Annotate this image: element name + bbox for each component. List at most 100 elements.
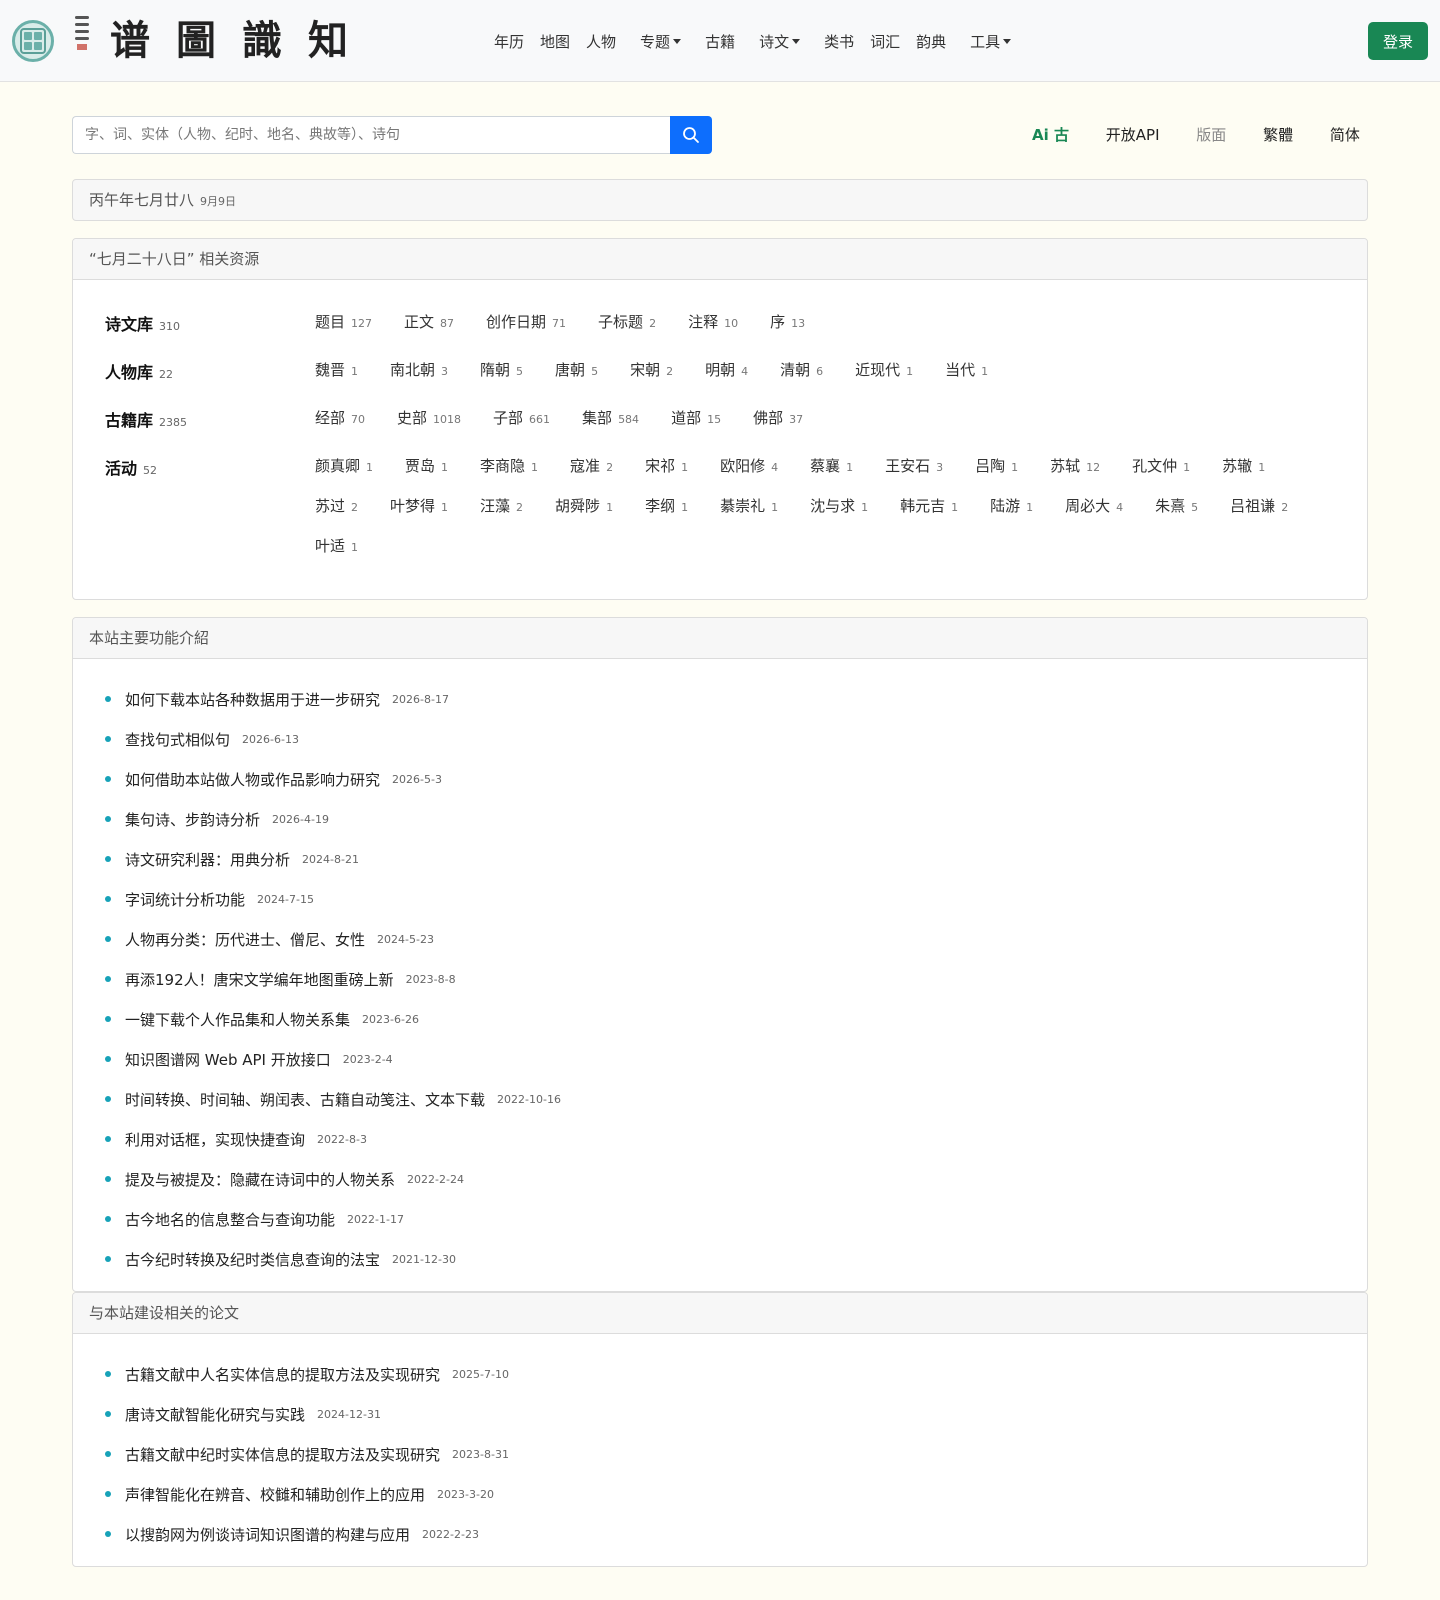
item-title: 如何下载本站各种数据用于进一步研究 xyxy=(125,690,381,709)
resource-link[interactable]: 孔文仲 1 xyxy=(1132,455,1190,476)
resource-link[interactable]: 子标题 2 xyxy=(598,311,656,332)
resource-link[interactable]: 序 13 xyxy=(770,311,805,332)
resource-link[interactable]: 吕陶 1 xyxy=(975,455,1018,476)
nav-item-calendar[interactable]: 年历 xyxy=(494,31,524,52)
nav-item-tools[interactable]: 工具 xyxy=(970,31,1012,52)
feature-list-item[interactable]: 再添192人！唐宋文学编年地图重磅上新 2023-8-8 xyxy=(105,959,1367,999)
layout-link[interactable]: 版面 xyxy=(1196,124,1226,145)
ai-gu-link[interactable]: Ai 古 xyxy=(1032,124,1069,145)
resource-link[interactable]: 正文 87 xyxy=(404,311,454,332)
resource-link[interactable]: 魏晋 1 xyxy=(315,359,358,380)
resource-link[interactable]: 贾岛 1 xyxy=(405,455,448,476)
resource-link[interactable]: 周必大 4 xyxy=(1065,495,1123,516)
resource-link[interactable]: 子部 661 xyxy=(493,407,550,428)
resource-link[interactable]: 苏轼 12 xyxy=(1050,455,1100,476)
resource-link[interactable]: 宋朝 2 xyxy=(630,359,673,380)
traditional-chinese-link[interactable]: 繁體 xyxy=(1263,124,1293,145)
resource-category-label[interactable]: 活动 52 xyxy=(105,455,157,479)
resource-link[interactable]: 清朝 6 xyxy=(780,359,823,380)
search-input[interactable] xyxy=(72,116,670,154)
bullet-dot-icon xyxy=(105,1016,111,1022)
resource-link[interactable]: 南北朝 3 xyxy=(390,359,448,380)
resource-link[interactable]: 道部 15 xyxy=(671,407,721,428)
feature-list-item[interactable]: 一键下载个人作品集和人物关系集 2023-6-26 xyxy=(105,999,1367,1039)
paper-list-item[interactable]: 声律智能化在辨音、校雠和辅助创作上的应用 2023-3-20 xyxy=(105,1474,1367,1514)
resource-link-count: 127 xyxy=(351,317,373,330)
item-date: 2023-6-26 xyxy=(362,1012,419,1026)
resource-link[interactable]: 唐朝 5 xyxy=(555,359,598,380)
paper-list-item[interactable]: 唐诗文献智能化研究与实践 2024-12-31 xyxy=(105,1394,1367,1434)
nav-item-people[interactable]: 人物 xyxy=(586,31,616,52)
resource-link[interactable]: 苏辙 1 xyxy=(1222,455,1265,476)
nav-item-map[interactable]: 地图 xyxy=(540,31,570,52)
nav-item-rhyme-dictionary[interactable]: 韵典 xyxy=(916,31,946,52)
login-button[interactable]: 登录 xyxy=(1368,22,1428,60)
feature-list-item[interactable]: 诗文研究利器：用典分析 2024-8-21 xyxy=(105,839,1367,879)
feature-list-item[interactable]: 字词统计分析功能 2024-7-15 xyxy=(105,879,1367,919)
resource-link[interactable]: 隋朝 5 xyxy=(480,359,523,380)
feature-list-item[interactable]: 利用对话框，实现快捷查询 2022-8-3 xyxy=(105,1119,1367,1159)
paper-list-item[interactable]: 古籍文献中纪时实体信息的提取方法及实现研究 2023-8-31 xyxy=(105,1434,1367,1474)
resource-link[interactable]: 当代 1 xyxy=(945,359,988,380)
resource-link[interactable]: 蔡襄 1 xyxy=(810,455,853,476)
resource-category-label[interactable]: 人物库 22 xyxy=(105,359,173,383)
feature-list-item[interactable]: 人物再分类：历代进士、僧尼、女性 2024-5-23 xyxy=(105,919,1367,959)
resource-link[interactable]: 胡舜陟 1 xyxy=(555,495,613,516)
resource-link[interactable]: 明朝 4 xyxy=(705,359,748,380)
feature-list-item[interactable]: 集句诗、步韵诗分析 2026-4-19 xyxy=(105,799,1367,839)
feature-list-item[interactable]: 时间转换、时间轴、朔闰表、古籍自动笺注、文本下载 2022-10-16 xyxy=(105,1079,1367,1119)
nav-item-classics[interactable]: 古籍 xyxy=(705,31,735,52)
resource-link-count: 4 xyxy=(1116,501,1124,514)
resource-link[interactable]: 沈与求 1 xyxy=(810,495,868,516)
lunar-date: 丙午年七月廿八 xyxy=(89,191,195,209)
resource-link[interactable]: 佛部 37 xyxy=(753,407,803,428)
site-brand-title[interactable]: 谱圖識知 xyxy=(110,18,374,64)
resource-link[interactable]: 叶梦得 1 xyxy=(390,495,448,516)
nav-item-topics[interactable]: 专题 xyxy=(640,31,682,52)
open-api-link[interactable]: 开放API xyxy=(1106,124,1160,145)
resource-link[interactable]: 经部 70 xyxy=(315,407,365,428)
paper-list-item[interactable]: 古籍文献中人名实体信息的提取方法及实现研究 2025-7-10 xyxy=(105,1354,1367,1394)
resource-link[interactable]: 创作日期 71 xyxy=(486,311,566,332)
resource-link[interactable]: 陆游 1 xyxy=(990,495,1033,516)
resource-link-count: 70 xyxy=(351,413,366,426)
resource-link[interactable]: 王安石 3 xyxy=(885,455,943,476)
resource-link[interactable]: 李商隐 1 xyxy=(480,455,538,476)
resource-link[interactable]: 颜真卿 1 xyxy=(315,455,373,476)
resource-link[interactable]: 朱熹 5 xyxy=(1155,495,1198,516)
resource-link[interactable]: 叶适 1 xyxy=(315,535,358,556)
resource-category-label[interactable]: 古籍库 2385 xyxy=(105,407,187,431)
resource-link[interactable]: 綦崇礼 1 xyxy=(720,495,778,516)
simplified-chinese-link[interactable]: 简体 xyxy=(1330,124,1360,145)
resource-link[interactable]: 吕祖谦 2 xyxy=(1230,495,1288,516)
resource-link[interactable]: 题目 127 xyxy=(315,311,372,332)
paper-list-item[interactable]: 以搜韵网为例谈诗词知识图谱的构建与应用 2022-2-23 xyxy=(105,1514,1367,1554)
feature-list-item[interactable]: 查找句式相似句 2026-6-13 xyxy=(105,719,1367,759)
resource-link[interactable]: 李纲 1 xyxy=(645,495,688,516)
resource-link[interactable]: 史部 1018 xyxy=(397,407,461,428)
feature-list-item[interactable]: 提及与被提及：隐藏在诗词中的人物关系 2022-2-24 xyxy=(105,1159,1367,1199)
resource-link[interactable]: 注释 10 xyxy=(688,311,738,332)
resource-link[interactable]: 欧阳修 4 xyxy=(720,455,778,476)
resource-link[interactable]: 宋祁 1 xyxy=(645,455,688,476)
feature-list-item[interactable]: 如何下载本站各种数据用于进一步研究 2026-8-17 xyxy=(105,679,1367,719)
resource-link[interactable]: 集部 584 xyxy=(582,407,639,428)
nav-item-leishu[interactable]: 类书 xyxy=(824,31,854,52)
feature-list-item[interactable]: 古今纪时转换及纪时类信息查询的法宝 2021-12-30 xyxy=(105,1239,1367,1279)
papers-card: 与本站建设相关的论文 古籍文献中人名实体信息的提取方法及实现研究 2025-7-1… xyxy=(72,1292,1368,1567)
resource-category-label[interactable]: 诗文库 310 xyxy=(105,311,180,335)
resource-link[interactable]: 寇准 2 xyxy=(570,455,613,476)
nav-item-vocabulary[interactable]: 词汇 xyxy=(870,31,900,52)
resource-link[interactable]: 汪藻 2 xyxy=(480,495,523,516)
feature-list-item[interactable]: 如何借助本站做人物或作品影响力研究 2026-5-3 xyxy=(105,759,1367,799)
resource-link[interactable]: 苏过 2 xyxy=(315,495,358,516)
search-button[interactable] xyxy=(670,116,712,154)
nav-item-poetry[interactable]: 诗文 xyxy=(759,31,801,52)
resource-link-count: 87 xyxy=(440,317,455,330)
site-logo-icon[interactable] xyxy=(12,20,54,62)
feature-list-item[interactable]: 古今地名的信息整合与查询功能 2022-1-17 xyxy=(105,1199,1367,1239)
feature-list-item[interactable]: 知识图谱网 Web API 开放接口 2023-2-4 xyxy=(105,1039,1367,1079)
resource-link-count: 5 xyxy=(516,365,524,378)
resource-link[interactable]: 近现代 1 xyxy=(855,359,913,380)
resource-link[interactable]: 韩元吉 1 xyxy=(900,495,958,516)
